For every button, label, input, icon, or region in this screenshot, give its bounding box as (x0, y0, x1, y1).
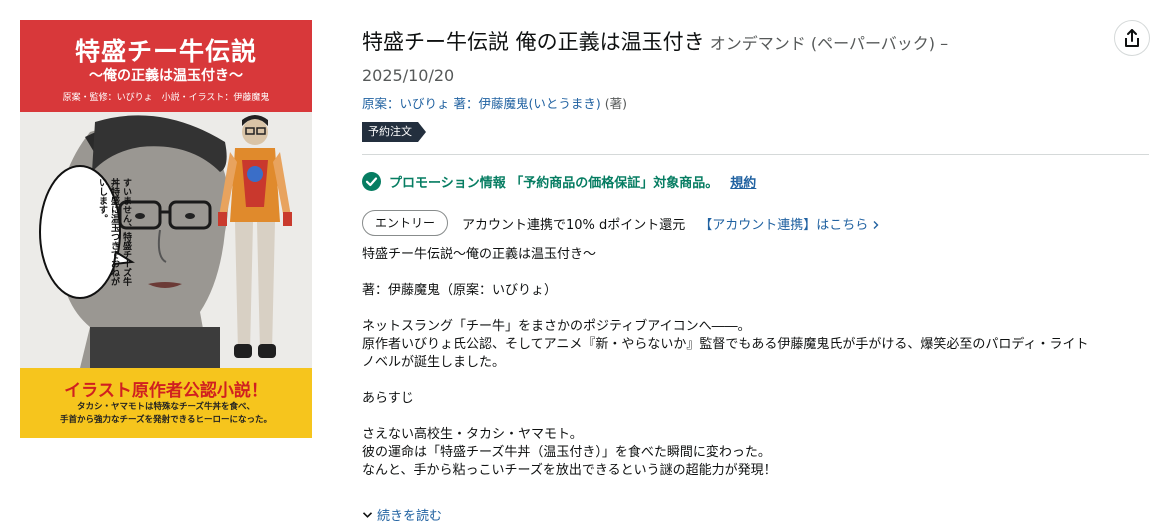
product-title-row: 特盛チー牛伝説 俺の正義は温玉付き オンデマンド (ペーパーバック) – (362, 26, 1102, 60)
cover-blurb-line: 手首から強力なチーズを発射できるヒーローになった。 (60, 415, 272, 425)
cover-blurb-line: タカシ・ヤマモトは特殊なチーズ牛丼を食べ、 (76, 402, 256, 412)
points-offer-text: アカウント連携で10% dポイント還元 (462, 217, 686, 233)
book-cover-image[interactable]: 特盛チー牛伝説 〜俺の正義は温玉付き〜 原案・監修：いびりょ 小説・イラスト：伊… (20, 20, 312, 438)
book-description: 特盛チー牛伝説〜俺の正義は温玉付き〜 著：伊藤魔鬼（原案：いびりょ） ネットスラング… (362, 246, 1152, 508)
cover-credit: 原案・監修：いびりょ 小説・イラスト：伊藤魔鬼 (62, 93, 270, 103)
divider (362, 154, 1149, 155)
chevron-right-icon (873, 221, 879, 229)
account-link[interactable]: 【アカウント連携】はこちら (699, 214, 880, 233)
cover-tagline-band: イラスト原作者公認小説！ タカシ・ヤマモトは特殊なチーズ牛丼を食べ、 手首から強… (20, 368, 312, 438)
chevron-down-icon (362, 511, 373, 518)
promotion-row: プロモーション情報 「予約商品の価格保証」対象商品。 規約 (362, 170, 756, 192)
description-line: あらすじ (362, 391, 414, 406)
read-more-label: 続きを読む (377, 509, 443, 524)
description-line: 著：伊藤魔鬼（原案：いびりょ） (362, 283, 558, 298)
points-entry-row: エントリー アカウント連携で10% dポイント還元 【アカウント連携】はこちら (362, 210, 880, 236)
description-gap (362, 300, 1152, 318)
check-circle-icon (362, 171, 381, 191)
promotion-text: プロモーション情報 「予約商品の価格保証」対象商品。 (389, 175, 719, 191)
publication-date: 2025/10/20 (362, 66, 455, 85)
cover-tagline: イラスト原作者公認小説！ (64, 381, 268, 401)
entry-button[interactable]: エントリー (362, 210, 449, 236)
description-line: 原作者いびりょ氏公認、そしてアニメ『新・やらないか』監督でもある伊藤魔鬼氏が手が… (362, 337, 1089, 352)
description-line: さえない高校生・タカシ・ヤマモト。 (362, 427, 583, 442)
description-line: ノベルが誕生しました。 (362, 355, 506, 370)
description-line: 彼の運命は「特盛チーズ牛丼（温玉付き）」を食べた瞬間に変わった。 (362, 445, 771, 460)
description-gap (362, 408, 1152, 426)
terms-link[interactable]: 規約 (730, 172, 756, 191)
description-fade (362, 478, 1152, 508)
share-icon (1125, 29, 1139, 47)
author2-link[interactable]: 伊藤魔鬼(いとうまき) (479, 96, 601, 111)
cover-title-band: 特盛チー牛伝説 〜俺の正義は温玉付き〜 原案・監修：いびりょ 小説・イラスト：伊… (20, 20, 312, 112)
account-link-label: 【アカウント連携】はこちら (699, 217, 869, 233)
author2-contribution: (著) (604, 96, 628, 111)
description-gap (362, 372, 1152, 390)
cover-blurb: タカシ・ヤマモトは特殊なチーズ牛丼を食べ、 手首から強力なチーズを発射できるヒー… (20, 401, 312, 427)
cover-subtitle: 〜俺の正義は温玉付き〜 (89, 68, 243, 84)
share-button[interactable] (1114, 20, 1150, 56)
description-line: 特盛チー牛伝説〜俺の正義は温玉付き〜 (362, 247, 597, 262)
author1-link[interactable]: いびりょ (400, 96, 450, 111)
author-byline: 原案：いびりょ 著：伊藤魔鬼(いとうまき) (著) (362, 93, 627, 112)
cover-title: 特盛チー牛伝説 (74, 37, 257, 66)
preorder-badge: 予約注文 (362, 122, 426, 142)
read-more-link[interactable]: 続きを読む (362, 505, 442, 524)
binding-format: オンデマンド (ペーパーバック) – (709, 34, 949, 53)
author1-role: 原案： (362, 96, 400, 111)
author2-role: 著： (453, 96, 479, 111)
product-title: 特盛チー牛伝説 俺の正義は温玉付き (362, 30, 705, 54)
description-gap (362, 264, 1152, 282)
speech-bubble-text: すいません、特盛チーズ牛丼特盛に温玉つきでおねがいします。 (97, 178, 131, 286)
description-line: ネットスラング「チー牛」をまさかのポジティブアイコンへ――。 (362, 319, 751, 334)
